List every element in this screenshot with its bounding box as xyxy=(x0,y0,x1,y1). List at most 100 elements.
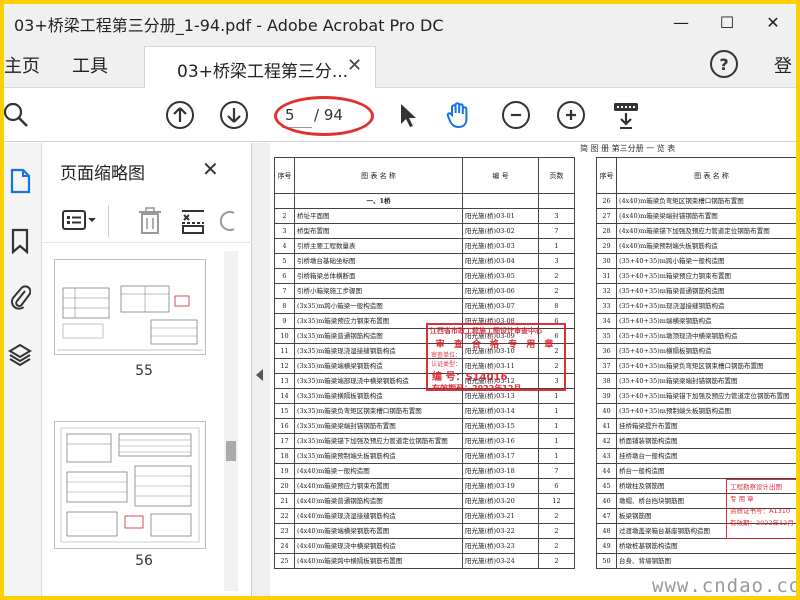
zoom-in-icon[interactable] xyxy=(557,101,585,129)
table-cell: 21 xyxy=(274,493,295,509)
panel-title: 页面缩略图 xyxy=(60,164,145,184)
table-cell: 30 xyxy=(596,253,617,269)
table-cell: 27 xyxy=(596,208,617,224)
table-cell: 7 xyxy=(538,463,575,479)
table-row: 7 引桥小箱梁施工步骤图 阳光施(桥)03-06 2 xyxy=(274,283,575,299)
table-row: 15 (3x35)m箱梁负弯矩区钢束槽口钢筋布置图 阳光施(桥)03-14 1 xyxy=(274,403,575,419)
table-cell: 阳光施(桥)03-19 xyxy=(462,478,539,494)
stamp-line: 专 用 章 xyxy=(730,495,754,503)
table-cell: (35+40+35)m跨小箱梁一般构造图 xyxy=(616,253,796,269)
table-cell: (4x40)m箱梁一般构造图 xyxy=(294,463,463,479)
menu-home[interactable]: 主页 xyxy=(4,52,40,78)
table-row: 2 桥址平面图 阳光施(桥)03-01 3 xyxy=(274,208,575,224)
table-cell: 阳光施(桥)03-18 xyxy=(462,463,539,479)
table-cell: 桥面铺装钢筋构造图 xyxy=(616,433,796,449)
table-row: 27 (4x40)m箱梁梁端封锚钢筋布置图 xyxy=(596,208,796,224)
table-cell: (35+40+35)m箱梁负弯矩区钢束槽口钢筋布置图 xyxy=(616,358,796,374)
table-row: 18 (3x35)m箱梁预制端头板钢筋构造 阳光施(桥)03-17 1 xyxy=(274,448,575,464)
table-cell: (4x40)m箱梁负弯矩区钢束槽口钢筋布置图 xyxy=(616,193,796,209)
thumbnail-options-icon[interactable] xyxy=(62,209,98,237)
table-cell xyxy=(274,193,295,209)
thumbnails-scrollbar[interactable] xyxy=(224,251,238,591)
maximize-button[interactable]: ☐ xyxy=(704,4,750,40)
table-cell: 挂桥箱梁提升布置图 xyxy=(616,418,796,434)
table-row: 50 台身、背墙钢筋图 xyxy=(596,553,796,569)
bookmark-icon[interactable] xyxy=(6,227,34,255)
table-cell: (4x40)m箱梁现浇中横梁钢筋构造 xyxy=(294,538,463,554)
panel-collapse-handle[interactable] xyxy=(252,143,270,596)
table-cell: 台身、背墙钢筋图 xyxy=(616,553,796,569)
stamp-line: 认证类型： xyxy=(431,361,462,368)
table-cell: 40 xyxy=(596,403,617,419)
page-thumbnail-56[interactable] xyxy=(54,421,206,549)
table-cell: (3x35)m箱梁预制端头板钢筋构造 xyxy=(294,448,463,464)
layers-icon[interactable] xyxy=(6,341,34,369)
zoom-out-icon[interactable] xyxy=(502,101,530,129)
table-row: 8 (3x35)m跨小箱梁一般构造图 阳光施(桥)03-07 8 xyxy=(274,298,575,314)
table-cell: 阳光施(桥)03-01 xyxy=(462,208,539,224)
table-cell: (35+40+35)m箱梁锚下加强及预应力管道定位钢筋布置图 xyxy=(616,388,796,404)
close-tab-icon[interactable]: ✕ xyxy=(347,55,362,76)
document-tab-label: 03+桥梁工程第三分... xyxy=(177,62,349,82)
menu-tools[interactable]: 工具 xyxy=(72,52,108,78)
section-title: 一、1桥 xyxy=(294,193,463,209)
table-cell: 阳光施(桥)03-17 xyxy=(462,448,539,464)
table-row: 26 (4x40)m箱梁负弯矩区钢束槽口钢筋布置图 xyxy=(596,193,796,209)
previous-page-icon[interactable] xyxy=(166,101,194,129)
table-cell: 2 xyxy=(538,538,575,554)
login-button[interactable]: 登 xyxy=(774,52,792,78)
table-row: 31 (35+40+35)m箱梁预应力钢束布置图 xyxy=(596,268,796,284)
next-page-icon[interactable] xyxy=(220,101,248,129)
close-panel-icon[interactable]: ✕ xyxy=(202,157,219,181)
table-cell: 阳光施(桥)03-22 xyxy=(462,523,539,539)
table-cell: 50 xyxy=(596,553,617,569)
table-cell: 8 xyxy=(538,298,575,314)
close-window-button[interactable]: ✕ xyxy=(750,4,796,40)
extract-page-icon[interactable] xyxy=(180,207,206,239)
table-cell: 14 xyxy=(274,388,295,404)
table-cell: 6 xyxy=(538,478,575,494)
thumbnails-panel: 页面缩略图 ✕ 55 56 xyxy=(42,143,252,596)
table-cell: 7 xyxy=(274,283,295,299)
table-cell: (35+40+35)m现浇湿接缝钢筋构造 xyxy=(616,298,796,314)
delete-page-icon[interactable] xyxy=(138,207,162,239)
table-cell: (35+40+35)m箱梁普通钢筋构造图 xyxy=(616,283,796,299)
table-cell: 桥址平面图 xyxy=(294,208,463,224)
page-thumbnail-55[interactable] xyxy=(54,259,206,355)
table-cell: 43 xyxy=(596,448,617,464)
table-cell: 3 xyxy=(538,208,575,224)
table-cell: 19 xyxy=(274,463,295,479)
table-cell: 阳光施(桥)03-24 xyxy=(462,553,539,569)
table-cell: 28 xyxy=(596,223,617,239)
table-cell: 32 xyxy=(596,283,617,299)
search-icon[interactable] xyxy=(4,101,30,129)
table-cell: 2 xyxy=(538,283,575,299)
table-cell: (3x35)m箱梁梁端封锚钢筋布置图 xyxy=(294,418,463,434)
attachment-icon[interactable] xyxy=(6,283,34,311)
table-cell: (3x35)m跨小箱梁一般构造图 xyxy=(294,298,463,314)
document-tab[interactable]: 03+桥梁工程第三分... ✕ xyxy=(144,46,376,88)
table-cell: 引桥墩台基础坐标图 xyxy=(294,253,463,269)
scrollbar-thumb[interactable] xyxy=(226,441,236,461)
select-cursor-icon[interactable] xyxy=(394,101,422,129)
hand-tool-icon[interactable] xyxy=(445,101,473,129)
table-row: 49 桥墩桩基钢筋构造图 xyxy=(596,538,796,554)
table-cell: 45 xyxy=(596,478,617,494)
menu-bar: 主页 工具 03+桥梁工程第三分... ✕ ? 登 xyxy=(4,40,796,88)
table-row: 36 (35+40+35)m横隔板钢筋构造 xyxy=(596,343,796,359)
table-row: 42 桥面铺装钢筋构造图 xyxy=(596,433,796,449)
page-thumbnails-icon[interactable] xyxy=(6,167,34,195)
table-cell: 25 xyxy=(274,553,295,569)
rotate-page-icon[interactable] xyxy=(219,209,238,237)
table-cell: 48 xyxy=(596,523,617,539)
table-row: 23 (4x40)m箱梁端横梁钢筋布置图 阳光施(桥)03-22 2 xyxy=(274,523,575,539)
table-cell: 6 xyxy=(274,268,295,284)
table-cell: (4x40)m箱梁普通钢筋构造图 xyxy=(294,493,463,509)
document-view[interactable]: 简 图 册 第三分册 一 览 表 序号 图 表 名 称 编 号 页数 一、1桥 xyxy=(270,143,796,596)
table-row: 32 (35+40+35)m箱梁普通钢筋构造图 xyxy=(596,283,796,299)
table-cell: 阳光施(桥)03-23 xyxy=(462,538,539,554)
table-cell: 1 xyxy=(538,433,575,449)
help-button[interactable]: ? xyxy=(710,50,738,78)
scroll-mode-icon[interactable] xyxy=(610,101,642,129)
minimize-button[interactable]: — xyxy=(658,4,704,40)
